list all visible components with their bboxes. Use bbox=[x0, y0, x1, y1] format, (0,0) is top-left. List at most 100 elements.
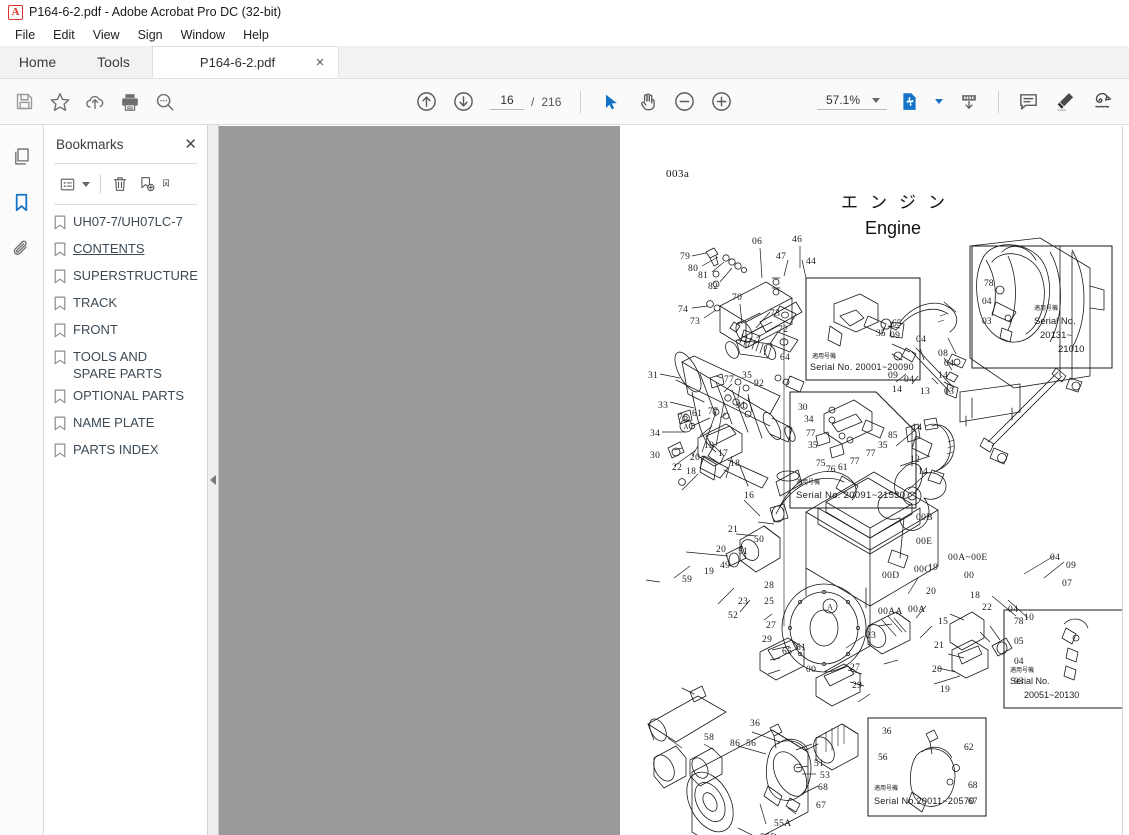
svg-text:00AA: 00AA bbox=[878, 607, 903, 617]
scroll-down-icon[interactable] bbox=[952, 85, 985, 118]
menu-view[interactable]: View bbox=[84, 26, 129, 44]
svg-text:23: 23 bbox=[866, 631, 876, 641]
upload-cloud-icon[interactable] bbox=[78, 85, 111, 118]
new-bookmark-icon[interactable] bbox=[134, 171, 160, 197]
page-number-input[interactable] bbox=[490, 93, 524, 110]
bookmark-icon[interactable] bbox=[7, 187, 37, 217]
menu-sign[interactable]: Sign bbox=[129, 26, 172, 44]
chevron-down-icon[interactable] bbox=[82, 181, 90, 187]
hand-icon[interactable] bbox=[631, 85, 664, 118]
bookmarks-title: Bookmarks bbox=[56, 136, 124, 152]
menu-window[interactable]: Window bbox=[172, 26, 234, 44]
inset-serial-label-jp: 適用号機 bbox=[796, 478, 820, 486]
svg-text:65: 65 bbox=[782, 647, 792, 657]
tab-strip-filler bbox=[339, 46, 1129, 78]
sign-pen-icon[interactable] bbox=[1086, 85, 1119, 118]
svg-text:61: 61 bbox=[692, 409, 702, 419]
bookmark-flag-icon bbox=[54, 350, 66, 370]
close-icon[interactable]: ✕ bbox=[184, 137, 197, 152]
arrow-down-circle-icon[interactable] bbox=[447, 85, 480, 118]
bookmark-item-front[interactable]: FRONT bbox=[54, 321, 203, 343]
highlighter-icon[interactable] bbox=[1049, 85, 1082, 118]
bookmark-options-icon[interactable] bbox=[54, 171, 80, 197]
bookmark-item-uh07[interactable]: UH07-7/UH07LC-7 bbox=[54, 213, 203, 235]
menu-help[interactable]: Help bbox=[234, 26, 278, 44]
zoom-search-icon[interactable] bbox=[148, 85, 181, 118]
svg-text:33: 33 bbox=[658, 401, 668, 411]
svg-text:92: 92 bbox=[754, 379, 764, 389]
svg-text:14: 14 bbox=[912, 423, 922, 433]
svg-text:04: 04 bbox=[944, 359, 954, 369]
svg-text:59: 59 bbox=[682, 575, 692, 585]
svg-text:00: 00 bbox=[964, 571, 974, 581]
arrow-up-circle-icon[interactable] bbox=[410, 85, 443, 118]
svg-text:14: 14 bbox=[918, 467, 928, 477]
svg-text:30: 30 bbox=[650, 451, 660, 461]
svg-text:19: 19 bbox=[704, 567, 714, 577]
svg-text:04: 04 bbox=[1050, 553, 1060, 563]
menu-file[interactable]: File bbox=[6, 26, 44, 44]
svg-text:72: 72 bbox=[778, 325, 788, 335]
print-icon[interactable] bbox=[113, 85, 146, 118]
comment-bubble-icon[interactable] bbox=[1012, 85, 1045, 118]
page-separator: / bbox=[531, 94, 535, 109]
svg-text:74: 74 bbox=[678, 305, 688, 315]
svg-text:30: 30 bbox=[798, 403, 808, 413]
svg-text:55A: 55A bbox=[774, 819, 792, 829]
bookmark-flag-icon bbox=[54, 389, 66, 409]
bookmark-item-optional-parts[interactable]: OPTIONAL PARTS bbox=[54, 387, 203, 409]
tab-tools[interactable]: Tools bbox=[75, 46, 152, 78]
svg-text:21: 21 bbox=[934, 641, 944, 651]
svg-text:80: 80 bbox=[688, 264, 698, 274]
edit-bookmark-icon[interactable] bbox=[161, 171, 173, 197]
bookmark-label: FRONT bbox=[73, 322, 118, 337]
bookmark-label: SUPERSTRUCTURE bbox=[73, 268, 198, 283]
delete-bookmark-icon[interactable] bbox=[107, 171, 133, 197]
chevron-down-icon[interactable] bbox=[872, 97, 880, 103]
pdf-viewer[interactable]: 003a エンジン Engine A 79 80 81 82 06 46 47 … bbox=[219, 125, 1129, 835]
svg-text:82: 82 bbox=[708, 282, 718, 292]
close-icon[interactable]: × bbox=[312, 55, 328, 70]
svg-text:36: 36 bbox=[882, 727, 892, 737]
fit-page-chevron-down-icon[interactable] bbox=[935, 99, 943, 104]
plus-circle-icon[interactable] bbox=[705, 85, 738, 118]
fit-page-icon[interactable] bbox=[893, 85, 926, 118]
bookmarks-toolbar-separator bbox=[100, 175, 101, 193]
panel-collapse-handle[interactable] bbox=[208, 125, 219, 835]
bookmark-item-parts-index[interactable]: PARTS INDEX bbox=[54, 441, 203, 463]
bookmark-item-tools-spare-parts[interactable]: TOOLS AND SPARE PARTS bbox=[54, 348, 203, 382]
save-icon[interactable] bbox=[8, 85, 41, 118]
svg-text:77: 77 bbox=[850, 457, 860, 467]
svg-text:68: 68 bbox=[968, 781, 978, 791]
bookmark-item-track[interactable]: TRACK bbox=[54, 294, 203, 316]
svg-text:15: 15 bbox=[938, 617, 948, 627]
inset-serial-text: Serial No. bbox=[1034, 316, 1076, 327]
toolbar-separator-right bbox=[998, 90, 999, 113]
inset-serial-text: Serial No. 20001~20090 bbox=[810, 362, 914, 372]
title-bar: A P164-6-2.pdf - Adobe Acrobat Pro DC (3… bbox=[0, 0, 1129, 24]
bookmark-flag-icon bbox=[54, 416, 66, 436]
inset-serial-text: 20051~20130 bbox=[1024, 690, 1079, 700]
page-thumbnails-icon[interactable] bbox=[7, 141, 37, 171]
svg-text:22: 22 bbox=[672, 463, 682, 473]
svg-text:79: 79 bbox=[680, 252, 690, 262]
bookmark-item-name-plate[interactable]: NAME PLATE bbox=[54, 414, 203, 436]
bookmark-item-contents[interactable]: CONTENTS bbox=[54, 240, 203, 262]
zoom-control[interactable]: 57.1% bbox=[817, 93, 887, 110]
bookmark-item-superstructure[interactable]: SUPERSTRUCTURE bbox=[54, 267, 203, 289]
svg-text:08: 08 bbox=[938, 349, 948, 359]
cursor-arrow-icon[interactable] bbox=[594, 85, 627, 118]
svg-text:51: 51 bbox=[738, 547, 748, 557]
tab-home[interactable]: Home bbox=[0, 46, 75, 78]
menu-edit[interactable]: Edit bbox=[44, 26, 84, 44]
minus-circle-icon[interactable] bbox=[668, 85, 701, 118]
attachment-paperclip-icon[interactable] bbox=[7, 233, 37, 263]
bookmark-label: CONTENTS bbox=[73, 241, 145, 256]
inset-serial-label-jp: 適用号機 bbox=[874, 784, 898, 792]
bookmarks-list: UH07-7/UH07LC-7 CONTENTS SUPERSTRUCTURE bbox=[44, 205, 207, 468]
bookmarks-header: Bookmarks ✕ bbox=[44, 125, 207, 163]
tab-document[interactable]: P164-6-2.pdf × bbox=[152, 46, 339, 78]
svg-text:A: A bbox=[827, 603, 833, 612]
star-icon[interactable] bbox=[43, 85, 76, 118]
svg-text:35: 35 bbox=[742, 371, 752, 381]
